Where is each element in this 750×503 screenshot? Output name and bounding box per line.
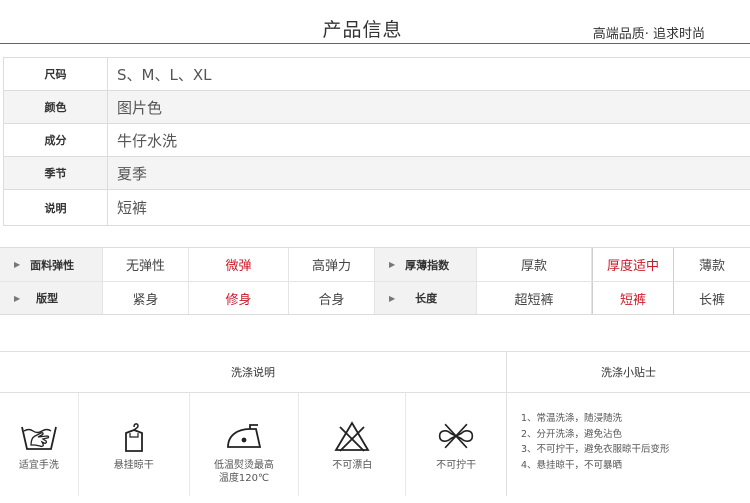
info-row-note: 说明 短裤 (3, 190, 750, 226)
attribute-table: ▶ 面料弹性 无弹性 微弹 高弹力 ▶ 厚薄指数 厚款 厚度适中 薄款 ▶ 版型… (0, 247, 750, 315)
attribute-option-selected: 短裤 (592, 282, 674, 314)
care-header-row: 洗涤说明 洗涤小贴士 (0, 352, 750, 393)
info-row-season: 季节 夏季 (3, 157, 750, 190)
care-icons: 适宜手洗 悬挂晾干 低温熨烫最高 温度120℃ 不可漂白 不可拧干 (0, 393, 507, 496)
attribute-head-elasticity: ▶ 面料弹性 (0, 248, 103, 281)
info-label: 说明 (3, 190, 108, 225)
attribute-option: 合身 (289, 282, 375, 314)
care-item-hand-wash: 适宜手洗 (0, 393, 79, 496)
care-item-hang-dry: 悬挂晾干 (79, 393, 190, 496)
attribute-head-label: 面料弹性 (30, 258, 75, 272)
info-label: 季节 (3, 157, 108, 189)
care-tips-list: 1、常温洗涤，随浸随洗 2、分开洗涤，避免沾色 3、不可拧干，避免衣服晾干后变形… (507, 393, 750, 496)
care-item-no-wring: 不可拧干 (406, 393, 506, 496)
care-body: 适宜手洗 悬挂晾干 低温熨烫最高 温度120℃ 不可漂白 不可拧干 1、常温洗涤… (0, 393, 750, 496)
attribute-option-selected: 修身 (189, 282, 289, 314)
info-label: 颜色 (3, 91, 108, 123)
no-bleach-icon (334, 421, 370, 452)
attribute-option-selected: 厚度适中 (592, 248, 674, 281)
care-section: 洗涤说明 洗涤小贴士 适宜手洗 悬挂晾干 低温熨烫最高 温度120℃ 不可漂白 … (0, 351, 750, 496)
product-info-header: 产品信息 高端品质· 追求时尚 (0, 0, 750, 44)
care-tip: 2、分开洗涤，避免沾色 (521, 428, 623, 440)
care-tip: 1、常温洗涤，随浸随洗 (521, 413, 623, 424)
attribute-option: 长裤 (698, 292, 725, 308)
hand-wash-icon (21, 426, 57, 450)
info-row-size: 尺码 S、M、L、XL (3, 58, 750, 91)
iron-low-icon (227, 424, 262, 448)
info-value: 图片色 (108, 91, 750, 123)
no-wring-icon (438, 423, 474, 449)
triangle-right-icon: ▶ (14, 293, 21, 303)
attribute-row-fit-length: ▶ 版型 紧身 修身 合身 ▶ 长度 超短裤 短裤 长裤 (0, 281, 750, 314)
care-caption: 适宜手洗 (18, 460, 59, 471)
attribute-option: 薄款 (698, 259, 725, 274)
product-info-table: 尺码 S、M、L、XL 颜色 图片色 成分 牛仔水洗 季节 夏季 说明 短裤 (3, 57, 750, 226)
attribute-option: 高弹力 (289, 248, 375, 281)
care-caption: 不可漂白 (332, 460, 373, 471)
attribute-head-label: 长度 (415, 292, 438, 305)
attribute-option: 厚款 (477, 248, 592, 281)
hang-dry-icon (124, 423, 143, 452)
info-value: 夏季 (108, 157, 750, 189)
triangle-right-icon: ▶ (14, 260, 21, 269)
care-caption: 低温熨烫最高 温度120℃ (214, 460, 275, 484)
care-item-iron-low: 低温熨烫最高 温度120℃ (190, 393, 300, 496)
attribute-head-label: 厚薄指数 (405, 258, 450, 272)
care-item-no-bleach: 不可漂白 (299, 393, 407, 496)
care-caption: 不可拧干 (436, 460, 477, 471)
info-value: 短裤 (117, 199, 148, 217)
attribute-option: 紧身 (103, 282, 189, 314)
info-value: S、M、L、XL (117, 65, 212, 84)
info-value: 牛仔水洗 (117, 131, 178, 150)
triangle-right-icon: ▶ (389, 260, 396, 269)
attribute-row-elasticity-thickness: ▶ 面料弹性 无弹性 微弹 高弹力 ▶ 厚薄指数 厚款 厚度适中 薄款 (0, 248, 750, 281)
attribute-head-length: ▶ 长度 (375, 282, 477, 314)
info-row-material: 成分 牛仔水洗 (3, 124, 750, 157)
attribute-head-fit: ▶ 版型 (0, 282, 103, 314)
care-tip: 4、悬挂晾干，不可暴晒 (521, 459, 623, 471)
info-label: 尺码 (3, 58, 108, 90)
care-title: 洗涤说明 (0, 352, 507, 392)
care-tips-title: 洗涤小贴士 (601, 366, 656, 379)
info-label: 成分 (3, 124, 108, 156)
attribute-head-label: 版型 (36, 292, 59, 305)
attribute-option: 无弹性 (103, 248, 189, 281)
care-caption: 悬挂晾干 (113, 460, 154, 471)
attribute-option: 超短裤 (477, 282, 592, 314)
attribute-option-selected: 微弹 (189, 248, 289, 281)
info-row-color: 颜色 图片色 (3, 91, 750, 124)
slogan: 高端品质· 追求时尚 (592, 27, 705, 42)
triangle-right-icon: ▶ (389, 293, 396, 303)
attribute-head-thickness: ▶ 厚薄指数 (375, 248, 477, 281)
care-tip: 3、不可拧干，避免衣服晾干后变形 (521, 444, 670, 455)
